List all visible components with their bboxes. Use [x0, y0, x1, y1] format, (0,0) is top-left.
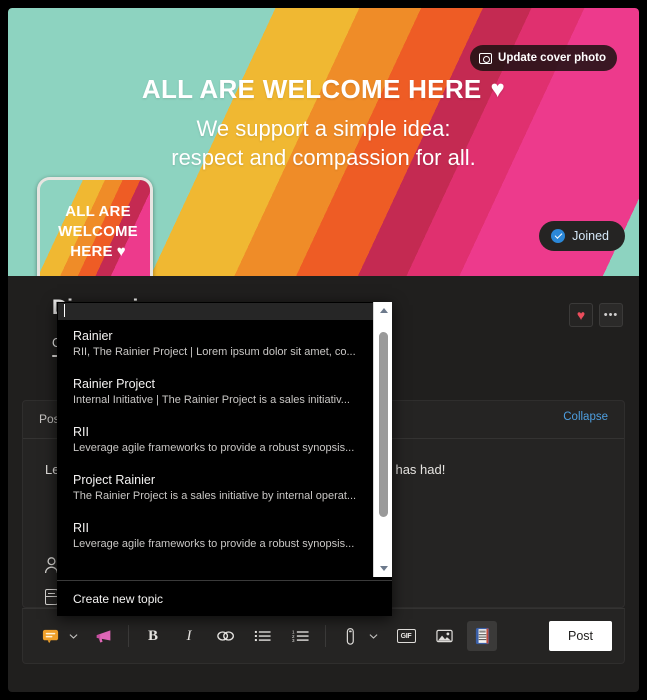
- group-avatar[interactable]: ALL ARE WELCOME HERE ♥: [37, 177, 153, 290]
- favorite-button[interactable]: ♥: [569, 303, 593, 327]
- cover-headline-text: ALL ARE WELCOME HERE: [141, 74, 482, 104]
- check-circle-icon: [551, 229, 566, 243]
- gif-button[interactable]: GIF: [391, 621, 421, 651]
- toolbar-divider-1: [128, 625, 129, 647]
- camera-icon: [479, 52, 493, 64]
- italic-icon: I: [186, 627, 192, 644]
- cover-subtitle-line-2: respect and compassion for all.: [171, 145, 476, 171]
- bold-button[interactable]: B: [138, 621, 168, 651]
- topic-subtitle: Leverage agile frameworks to provide a r…: [73, 538, 355, 550]
- cover-heart-icon: ♥: [490, 75, 506, 103]
- text-caret: [64, 304, 65, 317]
- list-item[interactable]: RII Leverage agile frameworks to provide…: [57, 417, 373, 465]
- bulleted-list-button[interactable]: [248, 621, 278, 651]
- topic-search-input[interactable]: [58, 303, 373, 320]
- post-button[interactable]: Post: [548, 621, 612, 651]
- scroll-down-arrow-icon[interactable]: [374, 560, 393, 577]
- list-item[interactable]: RII Leverage agile frameworks to provide…: [57, 513, 373, 561]
- topic-title: Project Rainier: [73, 473, 155, 487]
- more-options-button[interactable]: •••: [599, 303, 623, 327]
- scrollbar-thumb[interactable]: [379, 332, 388, 517]
- cover-subtitle-line-1: We support a simple idea:: [196, 116, 451, 141]
- app-window: ALL ARE WELCOME HERE ♥ We support a simp…: [8, 8, 639, 692]
- avatar-line-3-row: HERE ♥: [40, 242, 150, 262]
- post-button-label: Post: [567, 629, 593, 643]
- sticker-button[interactable]: [35, 621, 65, 651]
- dropdown-scrollbar[interactable]: [373, 302, 392, 577]
- list-item[interactable]: Rainier Project Internal Initiative | Th…: [57, 369, 373, 417]
- update-cover-photo-label: Update cover photo: [498, 52, 606, 64]
- topic-subtitle: Leverage agile frameworks to provide a r…: [73, 442, 355, 454]
- scroll-up-arrow-icon[interactable]: [374, 302, 393, 319]
- joined-label: Joined: [572, 229, 609, 243]
- topic-title: Rainier Project: [73, 377, 155, 391]
- update-cover-photo-button[interactable]: Update cover photo: [470, 45, 617, 71]
- svg-text:3: 3: [292, 638, 295, 643]
- toolbar-divider-2: [325, 625, 326, 647]
- topic-subtitle: Internal Initiative | The Rainier Projec…: [73, 394, 350, 406]
- avatar-text: ALL ARE WELCOME HERE ♥: [40, 202, 150, 262]
- avatar-line-2: WELCOME: [58, 223, 138, 241]
- create-new-topic-button[interactable]: Create new topic: [57, 581, 392, 616]
- gif-icon: GIF: [396, 629, 416, 643]
- bold-icon: B: [147, 627, 158, 644]
- topic-subtitle: The Rainier Project is a sales initiativ…: [73, 490, 357, 502]
- cover-text-block: ALL ARE WELCOME HERE ♥ We support a simp…: [8, 74, 639, 172]
- topic-subtitle: RII, The Rainier Project | Lorem ipsum d…: [73, 346, 356, 358]
- joined-button[interactable]: Joined: [539, 221, 625, 251]
- topic-title: RII: [73, 521, 89, 535]
- avatar-line-3: HERE: [70, 243, 113, 261]
- image-button[interactable]: [429, 621, 459, 651]
- create-new-topic-label: Create new topic: [73, 591, 164, 606]
- topic-title: RII: [73, 425, 89, 439]
- topic-picker-dropdown: Rainier RII, The Rainier Project | Lorem…: [57, 302, 392, 616]
- list-item[interactable]: Project Rainier The Rainier Project is a…: [57, 465, 373, 513]
- avatar-line-1: ALL ARE: [65, 203, 131, 220]
- sticker-chevron-down-icon[interactable]: [65, 633, 81, 640]
- topic-title: Rainier: [73, 329, 113, 343]
- italic-button[interactable]: I: [174, 621, 204, 651]
- link-button[interactable]: [210, 621, 240, 651]
- composer-toolbar: B I 1 2 3 GIF Post: [22, 608, 625, 664]
- attach-chevron-down-icon[interactable]: [365, 633, 381, 640]
- numbered-list-button[interactable]: 1 2 3: [286, 621, 316, 651]
- avatar-heart-icon: ♥: [116, 243, 126, 261]
- list-item[interactable]: Rainier RII, The Rainier Project | Lorem…: [57, 321, 373, 369]
- topic-suggestion-list[interactable]: Rainier RII, The Rainier Project | Lorem…: [57, 321, 373, 576]
- announcement-button[interactable]: [89, 621, 119, 651]
- attach-button[interactable]: [335, 621, 365, 651]
- topic-button[interactable]: [467, 621, 497, 651]
- cover-subtitle: We support a simple idea: respect and co…: [8, 114, 639, 172]
- header-actions: ♥ •••: [569, 303, 623, 327]
- cover-headline: ALL ARE WELCOME HERE ♥: [8, 74, 639, 105]
- ellipsis-icon: •••: [603, 309, 619, 321]
- collapse-link[interactable]: Collapse: [563, 411, 608, 423]
- heart-icon: ♥: [576, 307, 586, 323]
